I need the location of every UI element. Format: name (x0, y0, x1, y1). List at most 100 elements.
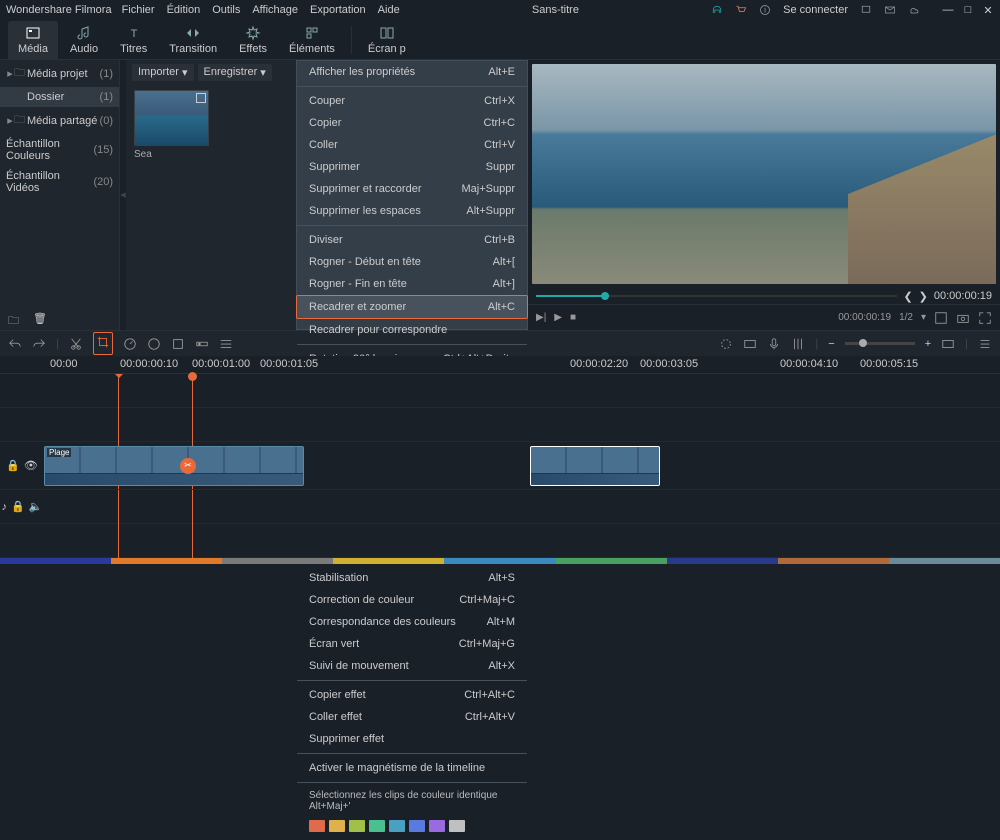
timeline-ruler[interactable]: 00:0000:00:00:1000:00:01:0000:00:01:0500… (0, 356, 1000, 374)
cut-handle[interactable] (180, 458, 196, 474)
cloud-icon[interactable] (908, 4, 920, 16)
undo-icon[interactable] (8, 337, 22, 351)
cut-icon[interactable] (69, 337, 83, 351)
crop-icon[interactable] (93, 332, 113, 355)
window-maximize[interactable]: □ (962, 4, 974, 16)
manage-tracks-icon[interactable] (978, 337, 992, 351)
track-icon[interactable] (195, 337, 209, 351)
newfolder-icon[interactable]: 🗀 (8, 312, 19, 331)
frame-next-icon[interactable]: ❯ (919, 290, 928, 303)
track-video[interactable]: 🔒 👁 Plage (0, 442, 1000, 490)
save-button[interactable]: Enregistrer▾ (198, 64, 272, 81)
mute-icon[interactable]: 🔈 (29, 500, 43, 513)
menu-file[interactable]: Fichier (122, 4, 155, 16)
track-text[interactable] (0, 524, 1000, 558)
menu-help[interactable]: Aide (378, 4, 400, 16)
menu-item[interactable]: CouperCtrl+X (297, 90, 527, 112)
lock-icon[interactable]: 🔒 (6, 459, 20, 472)
mixer-icon[interactable] (791, 337, 805, 351)
tab-media[interactable]: Média (8, 21, 58, 59)
window-close[interactable]: ✕ (982, 4, 994, 16)
zoomfit-icon[interactable] (941, 337, 955, 351)
tab-splitscreen[interactable]: Écran p (358, 21, 416, 59)
tab-elements[interactable]: Éléments (279, 21, 345, 59)
menu-item[interactable]: StabilisationAlt+S (297, 567, 527, 589)
headset-icon[interactable] (711, 4, 723, 16)
tab-row: Média Audio TTitres Transition Effets Él… (0, 20, 1000, 60)
zoom-slider[interactable] (845, 342, 915, 345)
track-overlay[interactable] (0, 374, 1000, 408)
sidebar-item-colors[interactable]: Échantillon Couleurs(15) (0, 134, 119, 166)
sidebar-item-shared[interactable]: ▸🗀Média partagé(0) (0, 107, 119, 134)
clip-2[interactable] (530, 446, 660, 486)
track-overlay2[interactable] (0, 408, 1000, 442)
menu-item[interactable]: SupprimerSuppr (297, 156, 527, 178)
menu-item[interactable]: Copier effetCtrl+Alt+C (297, 684, 527, 706)
menu-item[interactable]: Recadrer pour correspondre (297, 319, 527, 341)
preview-video[interactable] (532, 64, 996, 284)
sidebar-item-project[interactable]: ▸🗀Média projet(1) (0, 60, 119, 87)
play-prev-icon[interactable]: ▶| (536, 312, 546, 323)
sidebar-item-folder[interactable]: Dossier(1) (0, 87, 119, 107)
preview-time: 00:00:00:19 (934, 290, 992, 302)
tab-transition[interactable]: Transition (159, 21, 227, 59)
frame-prev-icon[interactable]: ❮ (903, 290, 912, 303)
menu-tools[interactable]: Outils (212, 4, 240, 16)
ruler-tick: 00:00:02:20 (570, 358, 628, 370)
signin-link[interactable]: Se connecter (783, 4, 848, 16)
eye-icon[interactable]: 👁 (24, 459, 38, 472)
media-thumb[interactable]: Sea (134, 90, 209, 160)
window-minimize[interactable]: — (942, 4, 954, 16)
menu-color-swatches[interactable] (297, 816, 527, 840)
redo-icon[interactable] (32, 337, 46, 351)
info-icon[interactable]: i (759, 4, 771, 16)
tab-titles[interactable]: TTitres (110, 21, 157, 59)
preview-ratio[interactable]: 1/2 (899, 312, 913, 323)
menu-item[interactable]: Supprimer et raccorderMaj+Suppr (297, 178, 527, 200)
menu-export[interactable]: Exportation (310, 4, 366, 16)
menu-view[interactable]: Affichage (252, 4, 298, 16)
mail-icon[interactable] (884, 4, 896, 16)
marker-icon[interactable] (719, 337, 733, 351)
menu-item[interactable]: Correspondance des couleursAlt+M (297, 611, 527, 633)
menu-item[interactable]: CopierCtrl+C (297, 112, 527, 134)
menu-item[interactable]: Afficher les propriétésAlt+E (297, 61, 527, 83)
greenscreen-icon[interactable] (171, 337, 185, 351)
play-icon[interactable]: ▶ (554, 312, 562, 323)
menu-item[interactable]: Correction de couleurCtrl+Maj+C (297, 589, 527, 611)
speed-icon[interactable] (123, 337, 137, 351)
fullscreen-icon[interactable] (978, 311, 992, 325)
zoom-in-icon[interactable]: + (925, 338, 931, 350)
snapshot-icon[interactable] (934, 311, 948, 325)
camera-icon[interactable] (956, 311, 970, 325)
record-icon[interactable] (743, 337, 757, 351)
track-audio[interactable]: ♪🔒🔈 (0, 490, 1000, 524)
menu-item[interactable]: Suivi de mouvementAlt+X (297, 655, 527, 677)
menu-item[interactable]: Activer le magnétisme de la timeline (297, 757, 527, 779)
present-icon[interactable] (860, 4, 872, 16)
sidebar-item-videos[interactable]: Échantillon Vidéos(20) (0, 166, 119, 198)
trash-icon[interactable]: 🗑 (33, 312, 47, 331)
menu-item[interactable]: Rogner - Début en têteAlt+[ (297, 251, 527, 273)
preview-progress[interactable] (536, 295, 897, 297)
menu-item[interactable]: Supprimer effet (297, 728, 527, 750)
bottom-color-bar (0, 558, 1000, 564)
menu-item[interactable]: Rogner - Fin en têteAlt+] (297, 273, 527, 295)
menu-item[interactable]: Écran vertCtrl+Maj+G (297, 633, 527, 655)
app-name: Wondershare Filmora (6, 4, 112, 16)
lock-icon[interactable]: 🔒 (11, 500, 25, 513)
menu-item[interactable]: Recadrer et zoomerAlt+C (296, 295, 528, 319)
stop-icon[interactable]: ■ (570, 312, 576, 323)
doc-title: Sans-titre (400, 4, 711, 16)
menu-item[interactable]: DiviserCtrl+B (297, 229, 527, 251)
import-button[interactable]: Importer▾ (132, 64, 194, 81)
menu-edit[interactable]: Édition (167, 4, 201, 16)
zoom-out-icon[interactable]: − (828, 338, 834, 350)
color-icon[interactable] (147, 337, 161, 351)
tab-audio[interactable]: Audio (60, 21, 108, 59)
settings-icon[interactable] (219, 337, 233, 351)
tab-effects[interactable]: Effets (229, 21, 277, 59)
clip-1[interactable]: Plage (44, 446, 304, 486)
mic-icon[interactable] (767, 337, 781, 351)
cart-icon[interactable] (735, 4, 747, 16)
